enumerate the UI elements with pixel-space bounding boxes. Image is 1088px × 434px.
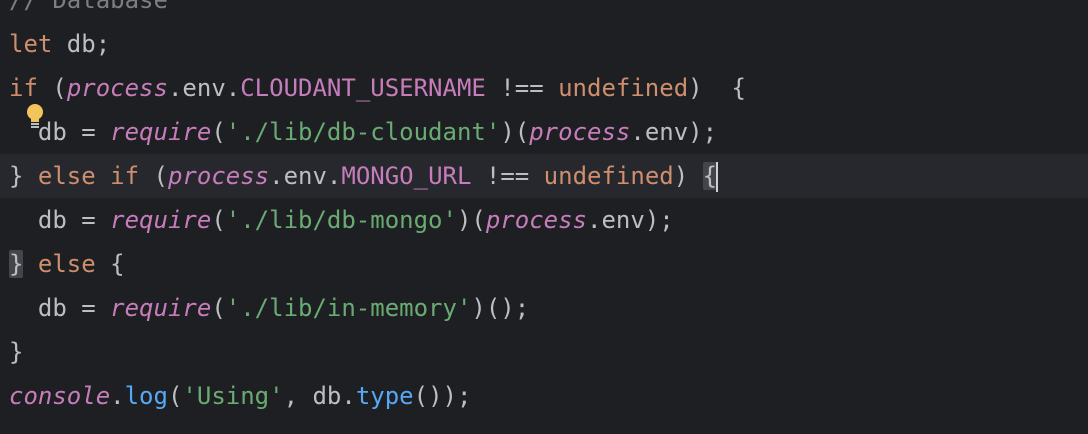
code-token: './lib/in-memory' <box>225 294 472 322</box>
code-token: )( <box>500 118 530 146</box>
code-token: // Database <box>9 0 168 14</box>
code-token: log <box>124 382 168 410</box>
code-token: process <box>167 162 270 190</box>
code-token: require <box>110 294 212 322</box>
code-token: ) <box>673 162 703 190</box>
code-token: else <box>37 250 96 278</box>
code-token: ( <box>37 74 67 102</box>
code-token: ( <box>211 118 226 146</box>
code-token: else if <box>37 162 140 190</box>
code-line[interactable]: db = require('./lib/in-memory')(); <box>0 286 1088 330</box>
code-editor[interactable]: // Database let db; if (process.env.CLOUDA… <box>0 0 1088 434</box>
code-token: ( <box>211 206 226 234</box>
code-token: )(); <box>471 294 530 322</box>
code-token: { <box>95 250 125 278</box>
code-line[interactable]: db = require('./lib/db-mongo')(process.e… <box>0 198 1088 242</box>
code-token: undefined <box>558 74 689 102</box>
code-token: ) { <box>688 74 746 102</box>
code-token: db = <box>9 206 111 234</box>
code-token: CLOUDANT_USERNAME <box>240 74 486 102</box>
code-token: './lib/db-mongo' <box>225 206 457 234</box>
code-token: ( <box>167 382 183 410</box>
code-token: let <box>9 30 53 58</box>
code-line[interactable]: console.log('Using', db.type()); <box>0 374 1088 418</box>
code-token: process <box>485 206 588 234</box>
code-token: './lib/db-cloudant' <box>225 118 501 146</box>
code-token: undefined <box>543 162 674 190</box>
code-token: if <box>9 74 38 102</box>
code-token: db = <box>9 294 111 322</box>
code-token: MONGO_URL <box>341 162 472 190</box>
code-token: !== <box>471 162 544 190</box>
code-token: require <box>110 118 212 146</box>
code-token: 'Using' <box>182 382 284 410</box>
code-token: require <box>110 206 212 234</box>
code-line[interactable]: } else if (process.env.MONGO_URL !== und… <box>0 154 1088 198</box>
code-token: .env. <box>167 74 241 102</box>
text-caret <box>716 162 719 192</box>
code-line[interactable]: db = require('./lib/db-cloudant')(proces… <box>0 110 1088 154</box>
code-line[interactable]: let db; <box>0 22 1088 66</box>
code-token: process <box>66 74 168 102</box>
code-token: . <box>110 382 125 410</box>
code-token: )( <box>456 206 486 234</box>
code-token: !== <box>485 74 559 102</box>
code-token: ( <box>139 162 168 190</box>
code-line[interactable]: if (process.env.CLOUDANT_USERNAME !== un… <box>0 66 1088 110</box>
code-token: , db. <box>283 382 356 410</box>
code-token: ()); <box>413 382 472 410</box>
code-token: .env. <box>269 162 342 190</box>
code-line[interactable]: // Database <box>0 0 1088 22</box>
lightbulb-icon[interactable] <box>24 103 46 133</box>
code-token: db; <box>52 30 111 58</box>
code-token: type <box>355 382 414 410</box>
code-token: .env); <box>630 118 718 146</box>
code-token: .env); <box>587 206 674 234</box>
code-line[interactable]: } <box>0 330 1088 374</box>
code-token: } <box>9 338 24 366</box>
code-token: process <box>529 118 631 146</box>
code-token: ( <box>211 294 226 322</box>
code-token: } <box>9 162 38 190</box>
code-token: { <box>702 162 718 190</box>
code-token: } <box>9 250 24 278</box>
code-line[interactable]: } else { <box>0 242 1088 286</box>
code-token: console <box>9 382 111 410</box>
